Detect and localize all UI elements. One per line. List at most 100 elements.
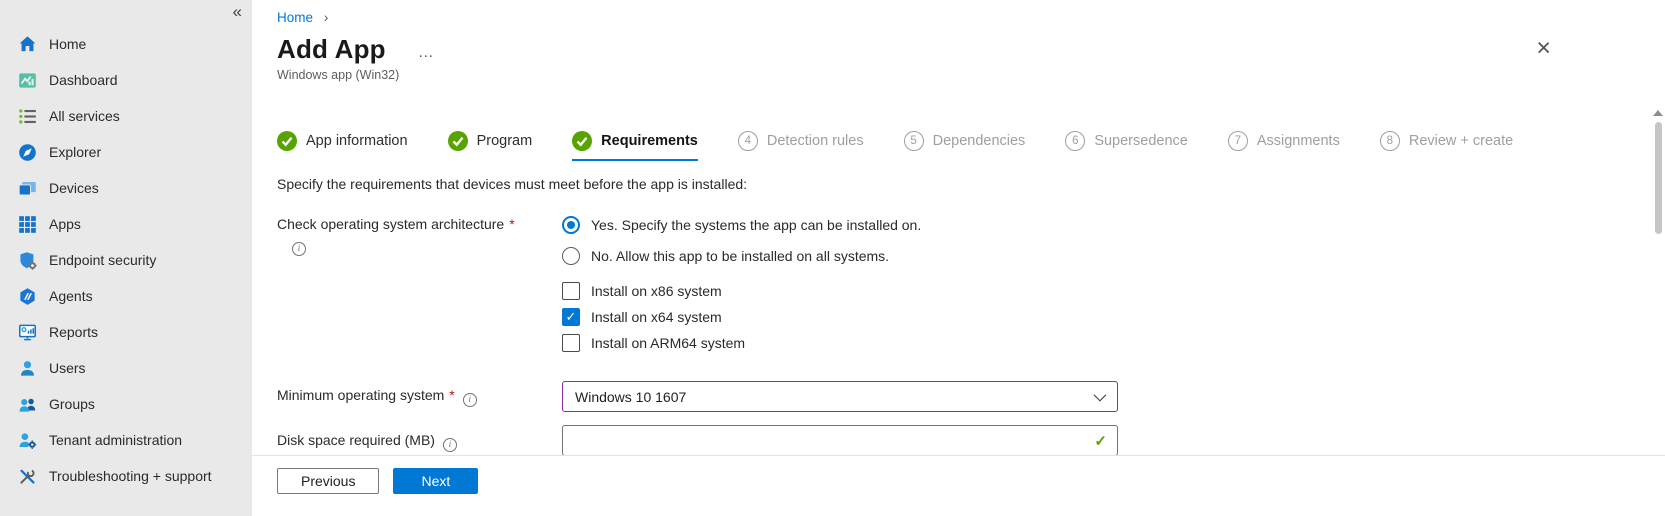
- step-assignments: 7 Assignments: [1228, 131, 1340, 161]
- page-subtitle: Windows app (Win32): [277, 68, 1625, 82]
- checkbox-label: Install on ARM64 system: [591, 335, 745, 351]
- radio-button[interactable]: [562, 247, 580, 265]
- sidebar-item-tenant-administration[interactable]: Tenant administration: [0, 422, 252, 458]
- radio-label: Yes. Specify the systems the app can be …: [591, 217, 921, 233]
- chevron-down-icon: [1094, 389, 1107, 402]
- sidebar-item-agents[interactable]: Agents: [0, 278, 252, 314]
- sidebar-item-label: All services: [49, 108, 120, 124]
- step-label: Dependencies: [933, 133, 1026, 149]
- sidebar-item-label: Apps: [49, 216, 81, 232]
- sidebar-item-home[interactable]: Home: [0, 26, 252, 62]
- minimum-os-select[interactable]: Windows 10 1607: [562, 381, 1118, 412]
- sidebar: « Home Dashboard All services Explorer D…: [0, 0, 252, 516]
- sidebar-item-label: Reports: [49, 324, 98, 340]
- explorer-icon: [18, 143, 37, 162]
- groups-icon: [18, 395, 37, 414]
- sidebar-item-label: Dashboard: [49, 72, 118, 88]
- dashboard-icon: [18, 71, 37, 90]
- info-icon[interactable]: i: [292, 242, 306, 256]
- sidebar-item-label: Tenant administration: [49, 432, 182, 448]
- step-number-badge: 6: [1065, 131, 1085, 151]
- home-icon: [18, 35, 37, 54]
- sidebar-item-label: Troubleshooting + support: [49, 468, 212, 484]
- sidebar-item-endpoint-security[interactable]: Endpoint security: [0, 242, 252, 278]
- scroll-up-icon[interactable]: [1653, 110, 1663, 116]
- step-number-badge: 4: [738, 131, 758, 151]
- sidebar-item-apps[interactable]: Apps: [0, 206, 252, 242]
- step-supersedence: 6 Supersedence: [1065, 131, 1188, 161]
- sidebar-item-label: Users: [49, 360, 86, 376]
- step-number-badge: 5: [904, 131, 924, 151]
- step-dependencies: 5 Dependencies: [904, 131, 1026, 161]
- endpoint-security-icon: [18, 251, 37, 270]
- step-label: App information: [306, 133, 408, 149]
- checkbox-label: Install on x64 system: [591, 309, 722, 325]
- step-label: Review + create: [1409, 133, 1513, 149]
- step-label: Detection rules: [767, 133, 864, 149]
- required-asterisk: *: [449, 387, 454, 403]
- minimum-os-selected-value: Windows 10 1607: [575, 389, 686, 405]
- sidebar-item-explorer[interactable]: Explorer: [0, 134, 252, 170]
- checkbox-label: Install on x86 system: [591, 283, 722, 299]
- previous-button[interactable]: Previous: [277, 468, 379, 494]
- step-complete-icon: [572, 131, 592, 151]
- radio-no-all-systems[interactable]: No. Allow this app to be installed on al…: [562, 247, 1118, 265]
- checkbox[interactable]: ✓: [562, 308, 580, 326]
- more-options-icon[interactable]: …: [418, 38, 436, 62]
- checkbox-install-arm64[interactable]: ✓ Install on ARM64 system: [562, 334, 1118, 352]
- sidebar-item-all-services[interactable]: All services: [0, 98, 252, 134]
- checkbox-install-x64[interactable]: ✓ Install on x64 system: [562, 308, 1118, 326]
- step-complete-icon: [448, 131, 468, 151]
- step-label: Assignments: [1257, 133, 1340, 149]
- breadcrumb-separator-icon: ›: [324, 9, 329, 25]
- os-architecture-label: Check operating system architecture: [277, 216, 504, 232]
- radio-yes-specify-systems[interactable]: Yes. Specify the systems the app can be …: [562, 216, 1118, 234]
- sidebar-item-label: Home: [49, 36, 86, 52]
- step-complete-icon: [277, 131, 297, 151]
- info-icon[interactable]: i: [463, 393, 477, 407]
- main-panel: × Home › Add App … Windows app (Win32) A…: [252, 0, 1665, 516]
- sidebar-item-reports[interactable]: Reports: [0, 314, 252, 350]
- sidebar-item-groups[interactable]: Groups: [0, 386, 252, 422]
- disk-space-label: Disk space required (MB): [277, 432, 435, 448]
- collapse-sidebar-icon[interactable]: «: [233, 2, 242, 22]
- sidebar-item-label: Agents: [49, 288, 93, 304]
- wizard-footer: Previous Next: [252, 455, 1665, 516]
- next-button[interactable]: Next: [393, 468, 478, 494]
- step-number-badge: 8: [1380, 131, 1400, 151]
- sidebar-item-devices[interactable]: Devices: [0, 170, 252, 206]
- step-number-badge: 7: [1228, 131, 1248, 151]
- step-app-information[interactable]: App information: [277, 131, 408, 161]
- info-icon[interactable]: i: [443, 438, 457, 452]
- disk-space-input[interactable]: [562, 425, 1118, 455]
- step-label: Supersedence: [1094, 133, 1188, 149]
- checkbox[interactable]: ✓: [562, 334, 580, 352]
- step-detection-rules: 4 Detection rules: [738, 131, 864, 161]
- radio-button[interactable]: [562, 216, 580, 234]
- page-title: Add App: [277, 34, 386, 65]
- step-review-create: 8 Review + create: [1380, 131, 1513, 161]
- sidebar-item-dashboard[interactable]: Dashboard: [0, 62, 252, 98]
- step-requirements[interactable]: Requirements: [572, 131, 698, 161]
- scrollbar-thumb[interactable]: [1655, 122, 1662, 234]
- breadcrumb: Home ›: [277, 9, 1625, 25]
- sidebar-item-users[interactable]: Users: [0, 350, 252, 386]
- troubleshooting-icon: [18, 467, 37, 486]
- all-services-icon: [18, 107, 37, 126]
- vertical-scrollbar[interactable]: [1653, 110, 1663, 450]
- step-program[interactable]: Program: [448, 131, 533, 161]
- apps-icon: [18, 215, 37, 234]
- sidebar-item-troubleshooting[interactable]: Troubleshooting + support: [0, 458, 252, 494]
- checkbox-install-x86[interactable]: ✓ Install on x86 system: [562, 282, 1118, 300]
- requirements-intro-text: Specify the requirements that devices mu…: [277, 176, 1625, 192]
- minimum-os-label: Minimum operating system: [277, 387, 444, 403]
- sidebar-item-label: Devices: [49, 180, 99, 196]
- breadcrumb-home-link[interactable]: Home: [277, 10, 313, 25]
- radio-label: No. Allow this app to be installed on al…: [591, 248, 889, 264]
- step-label: Program: [477, 133, 533, 149]
- sidebar-item-label: Explorer: [49, 144, 101, 160]
- sidebar-item-label: Groups: [49, 396, 95, 412]
- wizard-steps: App information Program Requirements 4 D…: [277, 131, 1625, 161]
- devices-icon: [18, 179, 37, 198]
- checkbox[interactable]: ✓: [562, 282, 580, 300]
